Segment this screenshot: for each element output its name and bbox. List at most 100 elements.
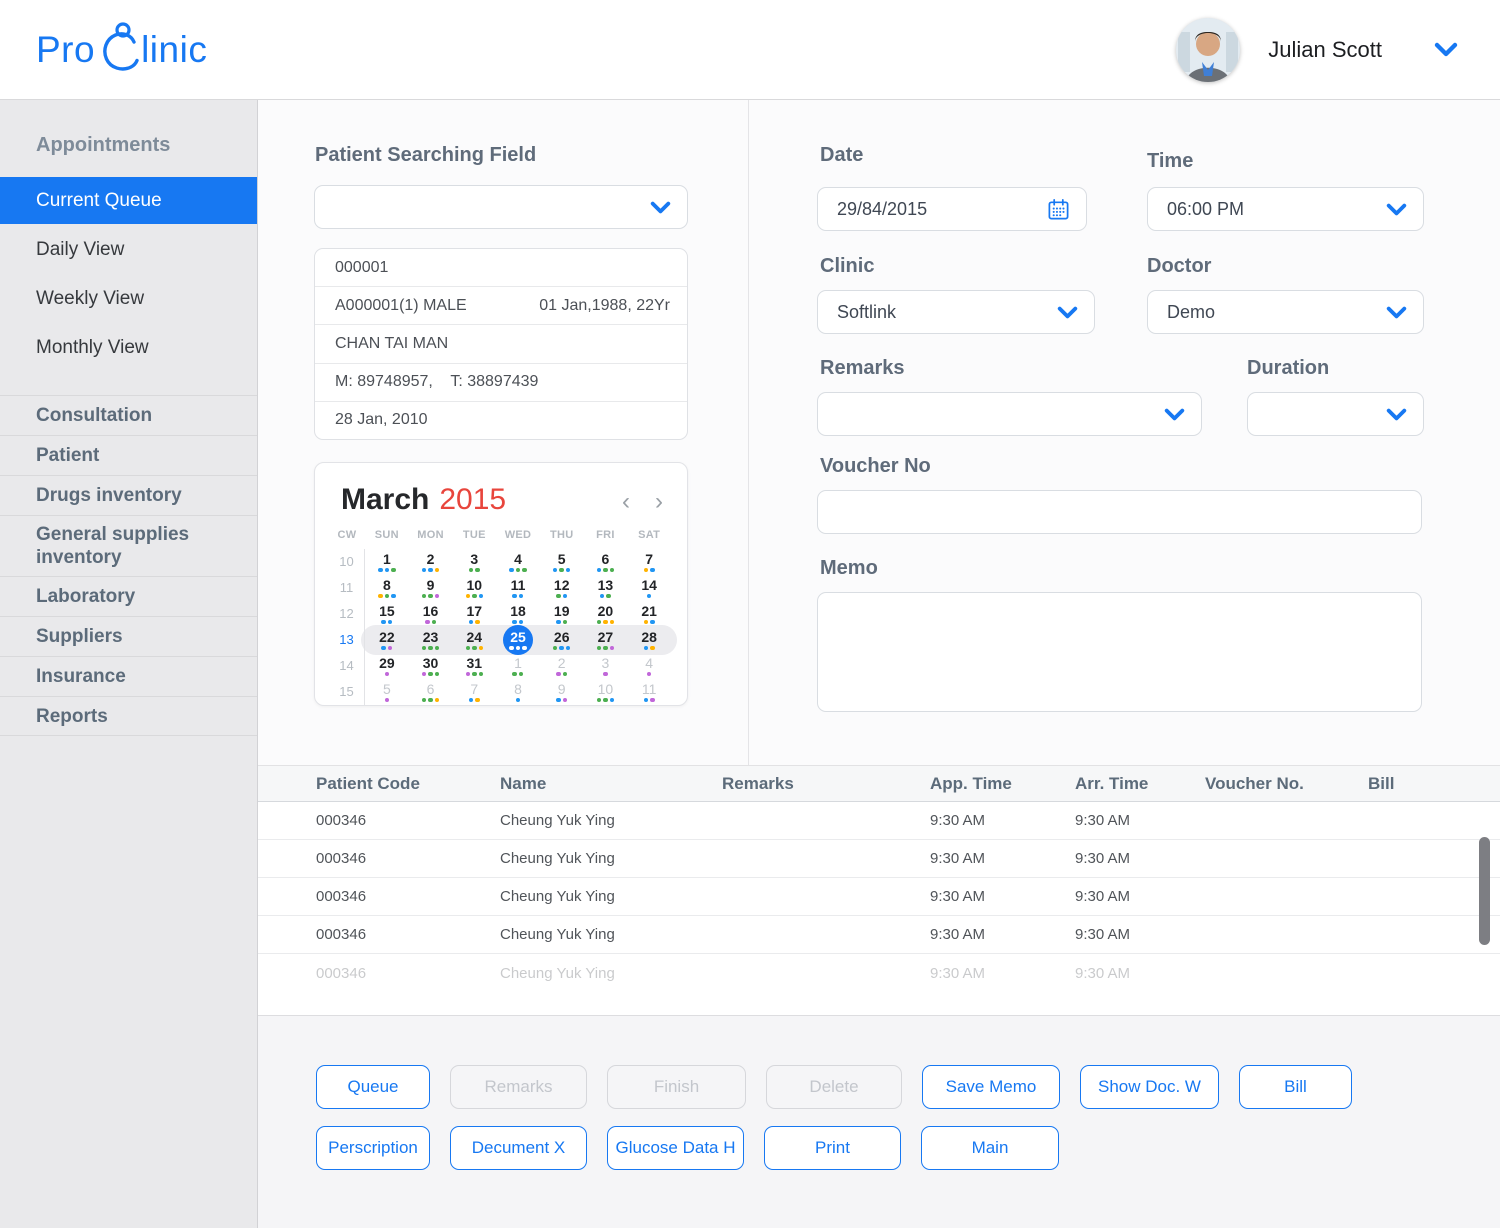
table-row[interactable]: 000346Cheung Yuk Ying9:30 AM9:30 AM [258,916,1500,954]
calendar-day[interactable]: 7 [627,552,671,573]
calendar-day-dots [381,646,392,651]
sidebar-item-monthly-view[interactable]: Monthly View [0,324,257,371]
calendar-day[interactable]: 3 [584,656,628,677]
cell-arr-time: 9:30 AM [1075,888,1205,905]
user-menu[interactable]: Julian Scott [1176,18,1458,82]
calendar-next-icon[interactable]: › [655,490,663,514]
calendar-day[interactable]: 12 [540,578,584,599]
memo-textarea[interactable] [817,592,1422,712]
table-scrollbar[interactable] [1479,837,1490,945]
calendar-day[interactable]: 2 [540,656,584,677]
calendar-day-selected[interactable]: 25 [496,630,540,651]
sidebar-item-weekly-view[interactable]: Weekly View [0,275,257,322]
queue-button[interactable]: Queue [316,1065,430,1109]
save-memo-button[interactable]: Save Memo [922,1065,1060,1109]
sidebar-item-laboratory[interactable]: Laboratory [0,576,257,616]
calendar-day[interactable]: 11 [627,682,671,703]
calendar-day[interactable]: 26 [540,630,584,651]
patient-code-row: 000001 [315,249,687,286]
date-picker-field[interactable]: 29/84/2015 [817,187,1087,231]
calendar-day[interactable]: 22 [365,630,409,651]
calendar-day[interactable]: 23 [409,630,453,651]
event-dot [381,620,386,625]
decument-x-button[interactable]: Decument X [450,1126,587,1170]
sidebar-item-consultation[interactable]: Consultation [0,395,257,435]
sidebar-item-reports[interactable]: Reports [0,696,257,736]
bill-button[interactable]: Bill [1239,1065,1352,1109]
delete-button[interactable]: Delete [766,1065,902,1109]
calendar-day[interactable]: 6 [409,682,453,703]
print-button[interactable]: Print [764,1126,901,1170]
calendar-day[interactable]: 27 [584,630,628,651]
calendar-day[interactable]: 7 [452,682,496,703]
calendar-day[interactable]: 1 [365,552,409,573]
calendar-day[interactable]: 11 [496,578,540,599]
calendar-day[interactable]: 21 [627,604,671,625]
event-dot [563,698,568,703]
calendar-day-header: THU [540,529,584,541]
event-dot [519,672,524,677]
calendar-day[interactable]: 29 [365,656,409,677]
calendar-day-number: 4 [645,656,653,670]
calendar-day-header: FRI [584,529,628,541]
remarks-select[interactable] [817,392,1202,436]
calendar-day[interactable]: 10 [584,682,628,703]
calendar-day-dots [466,594,484,599]
calendar-day[interactable]: 31 [452,656,496,677]
calendar-day[interactable]: 30 [409,656,453,677]
calendar-day[interactable]: 8 [496,682,540,703]
calendar-prev-icon[interactable]: ‹ [622,490,630,514]
perscription-button[interactable]: Perscription [316,1126,430,1170]
sidebar-item-patient[interactable]: Patient [0,435,257,475]
calendar-day-dots [469,698,480,703]
duration-select[interactable] [1247,392,1424,436]
patient-search-select[interactable] [314,185,688,229]
glucose-data-h-button[interactable]: Glucose Data H [607,1126,744,1170]
table-row[interactable]: 000346Cheung Yuk Ying9:30 AM9:30 AM [258,840,1500,878]
calendar-day[interactable]: 10 [452,578,496,599]
sidebar-item-suppliers[interactable]: Suppliers [0,616,257,656]
time-select[interactable]: 06:00 PM [1147,187,1424,231]
calendar-day[interactable]: 5 [365,682,409,703]
event-dot [522,568,527,573]
calendar-day[interactable]: 6 [584,552,628,573]
finish-button[interactable]: Finish [607,1065,746,1109]
calendar-day[interactable]: 28 [627,630,671,651]
calendar-day[interactable]: 9 [409,578,453,599]
clinic-select[interactable]: Softlink [817,290,1095,334]
calendar-day[interactable]: 8 [365,578,409,599]
calendar-day[interactable]: 18 [496,604,540,625]
calendar-day[interactable]: 9 [540,682,584,703]
table-row[interactable]: 000346Cheung Yuk Ying9:30 AM9:30 AM [258,954,1500,992]
calendar-day[interactable]: 24 [452,630,496,651]
calendar-day[interactable]: 5 [540,552,584,573]
sidebar-item-daily-view[interactable]: Daily View [0,226,257,273]
sidebar-item-general-supplies-inventory[interactable]: General supplies inventory [0,515,257,576]
calendar-day[interactable]: 4 [496,552,540,573]
calendar-day[interactable]: 14 [627,578,671,599]
calendar-day[interactable]: 15 [365,604,409,625]
remarks-button[interactable]: Remarks [450,1065,587,1109]
calendar-day[interactable]: 19 [540,604,584,625]
calendar-week-number: 15 [329,679,365,705]
calendar-day[interactable]: 2 [409,552,453,573]
main-button[interactable]: Main [921,1126,1059,1170]
calendar-day[interactable]: 4 [627,656,671,677]
sidebar-item-insurance[interactable]: Insurance [0,656,257,696]
calendar-day[interactable]: 17 [452,604,496,625]
table-row[interactable]: 000346Cheung Yuk Ying9:30 AM9:30 AM [258,878,1500,916]
calendar-day[interactable]: 1 [496,656,540,677]
sidebar-item-drugs-inventory[interactable]: Drugs inventory [0,475,257,515]
doctor-select[interactable]: Demo [1147,290,1424,334]
calendar-day[interactable]: 20 [584,604,628,625]
calendar-day[interactable]: 13 [584,578,628,599]
voucher-input[interactable] [817,490,1422,534]
calendar-day[interactable]: 16 [409,604,453,625]
patient-reg-date: 28 Jan, 2010 [335,411,428,429]
show-doc-w-button[interactable]: Show Doc. W [1080,1065,1219,1109]
calendar-day[interactable]: 3 [452,552,496,573]
sidebar-item-current-queue[interactable]: Current Queue [0,177,257,224]
table-row[interactable]: 000346Cheung Yuk Ying9:30 AM9:30 AM [258,802,1500,840]
event-dot [556,698,561,703]
avatar [1176,18,1240,82]
